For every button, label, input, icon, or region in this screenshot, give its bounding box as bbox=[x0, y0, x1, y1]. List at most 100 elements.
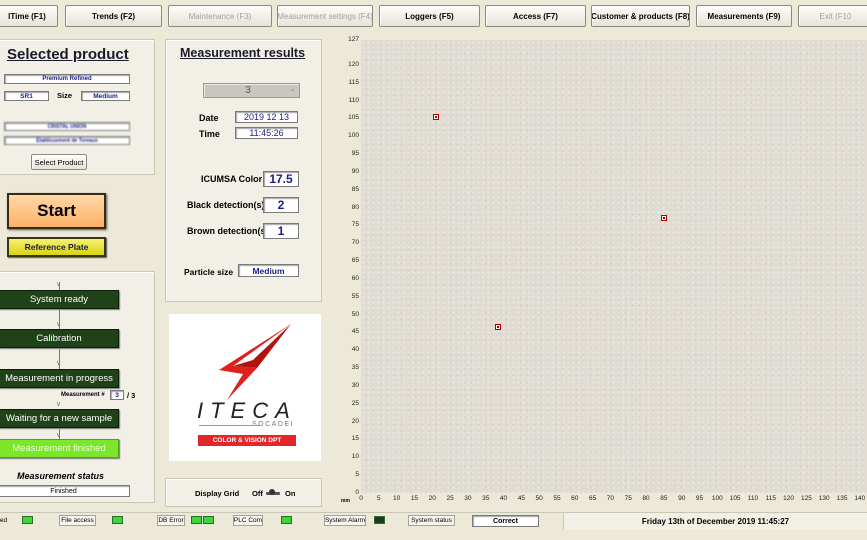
defect-point bbox=[660, 215, 667, 222]
customer-products-button[interactable]: Customer & products (F8) bbox=[591, 5, 690, 27]
particle-size-field: Medium bbox=[238, 264, 299, 277]
y-tick-label: 40 bbox=[351, 346, 359, 354]
y-tick-label: 105 bbox=[348, 114, 359, 122]
brown-detection-field: 1 bbox=[263, 223, 299, 239]
customer-site-field: Établissement de Toreaux bbox=[4, 136, 130, 145]
process-panel: ∨ System ready ∨ Calibration ∨ Measureme… bbox=[0, 271, 155, 503]
y-tick-label: 115 bbox=[348, 78, 359, 86]
measurement-total-label: / 3 bbox=[127, 391, 136, 400]
realtime-button[interactable]: lTime (F1) bbox=[0, 5, 58, 27]
system-status-label: System status bbox=[408, 515, 455, 526]
y-tick-label: 85 bbox=[351, 185, 359, 193]
particle-size-label: Particle size bbox=[184, 267, 234, 277]
y-tick-label: 70 bbox=[351, 239, 359, 247]
size-label: Size bbox=[57, 91, 73, 100]
date-label: Date bbox=[199, 113, 219, 123]
chevron-down-icon: ⌄ bbox=[289, 87, 295, 93]
file-access-label: File access bbox=[59, 515, 96, 526]
y-tick-label: 5 bbox=[355, 471, 359, 479]
y-tick-label: 15 bbox=[351, 435, 359, 443]
plc-com-label: PLC Com bbox=[233, 515, 263, 526]
display-grid-label: Display Grid bbox=[195, 489, 240, 498]
file-access-led bbox=[112, 516, 123, 524]
db-error-led-2 bbox=[203, 516, 214, 524]
step-system-ready: System ready bbox=[0, 290, 119, 309]
measurement-selector[interactable]: 3 ⌄ bbox=[203, 83, 300, 98]
display-grid-panel: Display Grid Off On bbox=[165, 478, 322, 507]
x-tick-label: 140 bbox=[854, 495, 866, 502]
step-calibration: Calibration bbox=[0, 329, 119, 348]
y-tick-label: 65 bbox=[351, 257, 359, 265]
y-tick-label: 10 bbox=[351, 453, 359, 461]
reference-plate-button[interactable]: Reference Plate bbox=[7, 237, 106, 257]
status-label-ed: ed bbox=[0, 517, 8, 524]
brown-detection-label: Brown detection(s) bbox=[187, 226, 269, 236]
y-tick-label: 100 bbox=[348, 132, 359, 140]
iteca-swoosh-icon bbox=[219, 324, 291, 400]
y-tick-label: 60 bbox=[351, 274, 359, 282]
defect-point bbox=[432, 113, 439, 120]
step-waiting-new-sample: Waiting for a new sample bbox=[0, 409, 119, 428]
step-measurement-finished: Measurement finished bbox=[0, 439, 119, 458]
product-code-field: SR1 bbox=[4, 91, 49, 101]
y-tick-label: 45 bbox=[351, 328, 359, 336]
db-error-led-1 bbox=[191, 516, 202, 524]
time-label: Time bbox=[199, 129, 220, 139]
y-tick-label: 50 bbox=[351, 310, 359, 318]
y-tick-label: 30 bbox=[351, 381, 359, 389]
grid-on-label: On bbox=[285, 489, 296, 498]
logo-tagline: COLOR & VISION DPT bbox=[198, 435, 296, 446]
access-button[interactable]: Access (F7) bbox=[485, 5, 586, 27]
start-button[interactable]: Start bbox=[7, 193, 106, 229]
db-error-label: DB Error bbox=[157, 515, 185, 526]
select-product-button[interactable]: Select Product bbox=[31, 154, 87, 170]
defect-map-plot-area bbox=[361, 40, 867, 493]
system-alarm-led bbox=[374, 516, 385, 524]
y-tick-label: 120 bbox=[348, 60, 359, 68]
y-tick-label: 80 bbox=[351, 203, 359, 211]
measurement-status-field: Finished bbox=[0, 485, 130, 497]
product-name-field: Premium Refined bbox=[4, 74, 130, 84]
selected-product-title: Selected product bbox=[7, 46, 129, 63]
maintenance-button[interactable]: Maintenance (F3) bbox=[168, 5, 272, 27]
measurement-settings-button[interactable]: Measurement settings (F4) bbox=[277, 5, 373, 27]
black-detection-field: 2 bbox=[263, 197, 299, 213]
time-field: 11:45:26 bbox=[235, 127, 298, 139]
status-datetime: Friday 13th of December 2019 11:45:27 bbox=[563, 513, 867, 530]
grid-off-label: Off bbox=[252, 489, 263, 498]
date-field: 2019 12 13 bbox=[235, 111, 298, 123]
led-0 bbox=[22, 516, 33, 524]
y-tick-label: 35 bbox=[351, 364, 359, 372]
measurement-results-panel: Measurement results 3 ⌄ Date 2019 12 13 … bbox=[165, 39, 322, 302]
selected-product-panel: Selected product Premium Refined SR1 Siz… bbox=[0, 39, 155, 175]
measurement-results-title: Measurement results bbox=[180, 46, 306, 60]
measurement-status-title: Measurement status bbox=[17, 471, 105, 481]
y-tick-label: 75 bbox=[351, 221, 359, 229]
grid-toggle-switch[interactable] bbox=[266, 489, 280, 497]
y-tick-label: 55 bbox=[351, 292, 359, 300]
measurements-button[interactable]: Measurements (F9) bbox=[696, 5, 792, 27]
icumsa-field: 17.5 bbox=[263, 171, 299, 187]
status-datetime-text: Friday 13th of December 2019 11:45:27 bbox=[641, 517, 790, 526]
icumsa-label: ICUMSA Color bbox=[201, 174, 263, 184]
y-tick-label: 95 bbox=[351, 150, 359, 158]
plc-com-led bbox=[281, 516, 292, 524]
y-tick-label: 90 bbox=[351, 167, 359, 175]
measurement-number-field: 3 bbox=[110, 390, 124, 400]
trends-button[interactable]: Trends (F2) bbox=[65, 5, 162, 27]
system-status-field: Correct bbox=[472, 515, 539, 527]
y-tick-label: 110 bbox=[348, 96, 359, 104]
loggers-button[interactable]: Loggers (F5) bbox=[379, 5, 480, 27]
system-alarm-label: System Alarm bbox=[324, 515, 366, 526]
y-tick-label: 25 bbox=[351, 399, 359, 407]
y-tick-label: 127 bbox=[348, 36, 359, 43]
iteca-logo: ITECA SOCADEI COLOR & VISION DPT bbox=[169, 314, 321, 461]
defect-point bbox=[495, 324, 502, 331]
measurement-number-label: Measurement # bbox=[61, 392, 105, 398]
chart-unit-label: mm bbox=[341, 498, 350, 504]
measurement-selector-value: 3 bbox=[245, 85, 251, 96]
exit-button[interactable]: Exit (F10 bbox=[798, 5, 867, 27]
step-measurement-in-progress: Measurement in progress bbox=[0, 369, 119, 388]
customer-name-field: CRISTAL UNION bbox=[4, 122, 130, 131]
product-size-field: Medium bbox=[81, 91, 130, 101]
